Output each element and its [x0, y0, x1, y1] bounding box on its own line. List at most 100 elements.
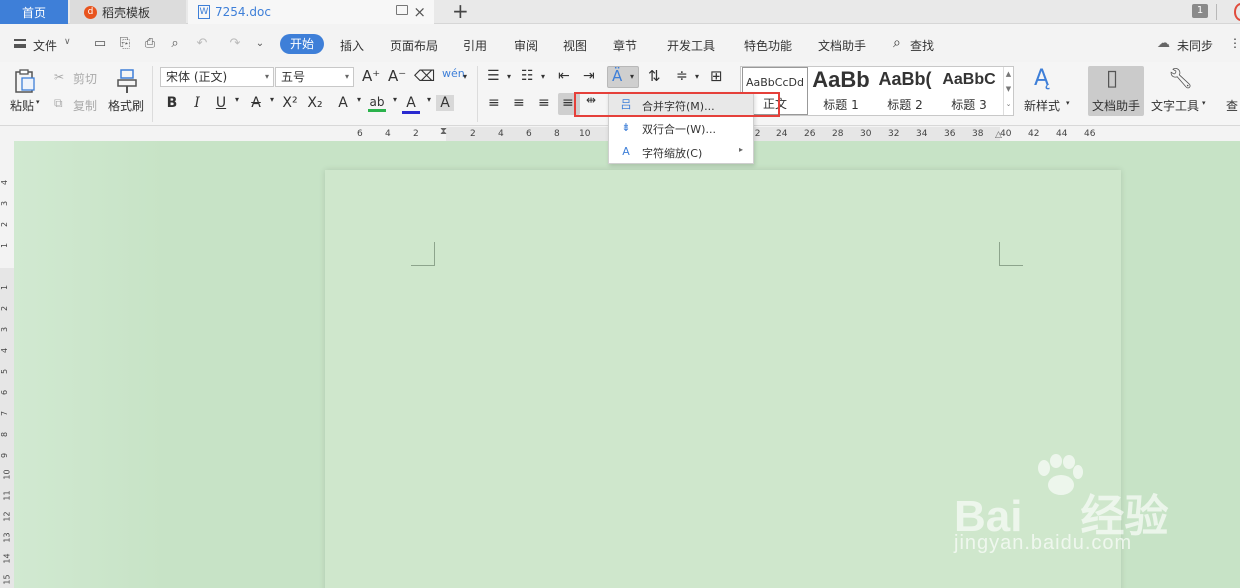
- chevron-down-icon[interactable]: ▾: [350, 95, 368, 104]
- chevron-down-icon[interactable]: ▾: [1066, 99, 1070, 107]
- superscript-icon[interactable]: X²: [281, 95, 299, 111]
- phonetic-guide-icon[interactable]: wén: [442, 67, 465, 80]
- decrease-indent-icon[interactable]: ⇤: [558, 68, 570, 84]
- format-painter-icon[interactable]: [114, 68, 140, 94]
- align-left-icon[interactable]: ≡: [488, 95, 500, 111]
- menu-item-char-scale[interactable]: A 字符缩放(C) ▸: [609, 141, 753, 163]
- more-ribbon-icon[interactable]: 查: [1226, 97, 1238, 114]
- bullets-icon[interactable]: ☰: [487, 68, 500, 84]
- chevron-down-icon: ▾: [264, 72, 269, 81]
- style-heading-2[interactable]: AaBb( 标题 2: [873, 67, 937, 115]
- tab-start[interactable]: 开始: [280, 34, 324, 54]
- word-doc-icon: W: [198, 5, 210, 19]
- ruler-tick: 7: [0, 410, 10, 417]
- window-count-badge[interactable]: 1: [1192, 4, 1208, 18]
- gallery-scroll[interactable]: ▲ ▼ ⌄: [1003, 67, 1013, 115]
- menu-references[interactable]: 引用: [463, 37, 487, 54]
- paste-icon[interactable]: [12, 68, 38, 94]
- chevron-down-icon[interactable]: ▾: [463, 72, 467, 81]
- divider: [477, 66, 478, 122]
- doc-assistant-label: 文档助手: [1092, 99, 1141, 113]
- save-icon[interactable]: ▭: [92, 36, 108, 52]
- italic-icon[interactable]: I: [188, 95, 206, 111]
- cut-button[interactable]: 剪切: [73, 70, 97, 87]
- new-style-button[interactable]: 新样式: [1024, 97, 1060, 114]
- highlight-icon[interactable]: ab: [368, 95, 386, 112]
- right-indent-marker-icon[interactable]: △: [995, 130, 1002, 140]
- menu-hamburger-icon[interactable]: [14, 39, 26, 48]
- search-icon[interactable]: ⌕: [893, 35, 901, 51]
- tab-template[interactable]: d 稻壳模板: [70, 0, 186, 24]
- style-heading-1[interactable]: AaBb 标题 1: [809, 67, 873, 115]
- new-style-icon[interactable]: Ą: [1034, 66, 1049, 91]
- menu-doc-helper[interactable]: 文档助手: [818, 37, 866, 54]
- menu-item-two-lines-in-one[interactable]: ⇟ 双行合一(W)...: [609, 117, 753, 139]
- font-size-select[interactable]: 五号 ▾: [275, 67, 354, 87]
- char-shading-icon[interactable]: A: [436, 95, 454, 111]
- ruler-tick: 3: [0, 326, 10, 333]
- export-icon[interactable]: ⎘: [117, 36, 133, 52]
- chevron-down-icon[interactable]: ▾: [1202, 99, 1206, 107]
- sync-status[interactable]: 未同步: [1177, 37, 1213, 54]
- menu-review[interactable]: 审阅: [514, 37, 538, 54]
- menu-file[interactable]: 文件: [33, 37, 57, 54]
- chevron-down-icon[interactable]: ▾: [507, 72, 511, 81]
- menu-special-features[interactable]: 特色功能: [744, 37, 792, 54]
- chevron-down-icon[interactable]: ▾: [228, 95, 246, 104]
- format-painter-label[interactable]: 格式刷: [108, 97, 144, 114]
- menu-view[interactable]: 视图: [563, 37, 587, 54]
- grow-font-icon[interactable]: A⁺: [362, 67, 380, 85]
- scissors-icon[interactable]: ✂: [54, 70, 64, 84]
- menu-insert[interactable]: 插入: [340, 37, 364, 54]
- tab-home[interactable]: 首页: [0, 0, 68, 24]
- menu-developer[interactable]: 开发工具: [667, 37, 715, 54]
- redo-icon[interactable]: ↷: [227, 36, 243, 52]
- account-avatar[interactable]: [1234, 3, 1240, 21]
- shrink-font-icon[interactable]: A⁻: [388, 67, 406, 85]
- quick-access-more-icon[interactable]: ⌄: [252, 36, 268, 52]
- bold-icon[interactable]: B: [163, 95, 181, 111]
- chevron-down-icon[interactable]: ▾: [541, 72, 545, 81]
- menu-chapter[interactable]: 章节: [613, 37, 637, 54]
- docer-logo-icon: d: [84, 5, 97, 19]
- clear-format-icon[interactable]: ⌫: [414, 67, 435, 85]
- align-right-icon[interactable]: ≡: [538, 95, 550, 111]
- align-center-icon[interactable]: ≡: [513, 95, 525, 111]
- copy-icon[interactable]: ⧉: [54, 96, 63, 111]
- chevron-down-icon[interactable]: ▾: [695, 72, 699, 81]
- undo-icon[interactable]: ↶: [194, 36, 210, 52]
- baidu-jingyan-watermark: Bai 经验 jingyan.baidu.com: [948, 452, 1188, 572]
- font-color-icon[interactable]: A: [402, 95, 420, 114]
- style-preview: AaBb: [812, 67, 870, 92]
- print-preview-icon[interactable]: ⌕: [167, 36, 183, 52]
- copy-button[interactable]: 复制: [73, 97, 97, 114]
- tab-document[interactable]: W 7254.doc ×: [188, 0, 434, 24]
- subscript-icon[interactable]: X₂: [306, 95, 324, 111]
- new-tab-plus-icon[interactable]: +: [452, 0, 469, 22]
- more-icon[interactable]: ⋮: [1229, 36, 1240, 50]
- two-lines-icon: ⇟: [621, 121, 631, 134]
- font-name-select[interactable]: 宋体 (正文) ▾: [160, 67, 274, 87]
- table-borders-icon[interactable]: ⊞: [710, 67, 723, 85]
- highlight-annotation-box: [574, 92, 780, 117]
- ruler-tick: 12: [2, 511, 12, 522]
- menu-search[interactable]: 查找: [910, 37, 934, 54]
- ruler-tick: 28: [832, 129, 844, 139]
- wrench-icon[interactable]: 🔧︎: [1168, 66, 1193, 90]
- chevron-down-icon[interactable]: ▾: [36, 98, 40, 106]
- sort-icon[interactable]: ⇅: [648, 67, 661, 85]
- close-icon[interactable]: ×: [413, 3, 426, 21]
- indent-marker-icon[interactable]: ⧗: [440, 126, 447, 137]
- monitor-icon[interactable]: [396, 5, 408, 15]
- print-icon[interactable]: ⎙: [142, 36, 158, 52]
- line-spacing-icon[interactable]: ≑: [676, 68, 688, 84]
- style-heading-3[interactable]: AaBbC 标题 3: [937, 67, 1001, 115]
- paste-label[interactable]: 粘贴: [10, 97, 34, 114]
- text-tools-button[interactable]: 文字工具: [1151, 97, 1199, 114]
- ruler-tick: 24: [776, 129, 788, 139]
- chevron-down-icon[interactable]: ▾: [263, 95, 281, 104]
- ruler-tick: 6: [357, 129, 363, 139]
- increase-indent-icon[interactable]: ⇥: [583, 68, 595, 84]
- menu-page-layout[interactable]: 页面布局: [390, 37, 438, 54]
- numbering-icon[interactable]: ☷: [521, 68, 534, 84]
